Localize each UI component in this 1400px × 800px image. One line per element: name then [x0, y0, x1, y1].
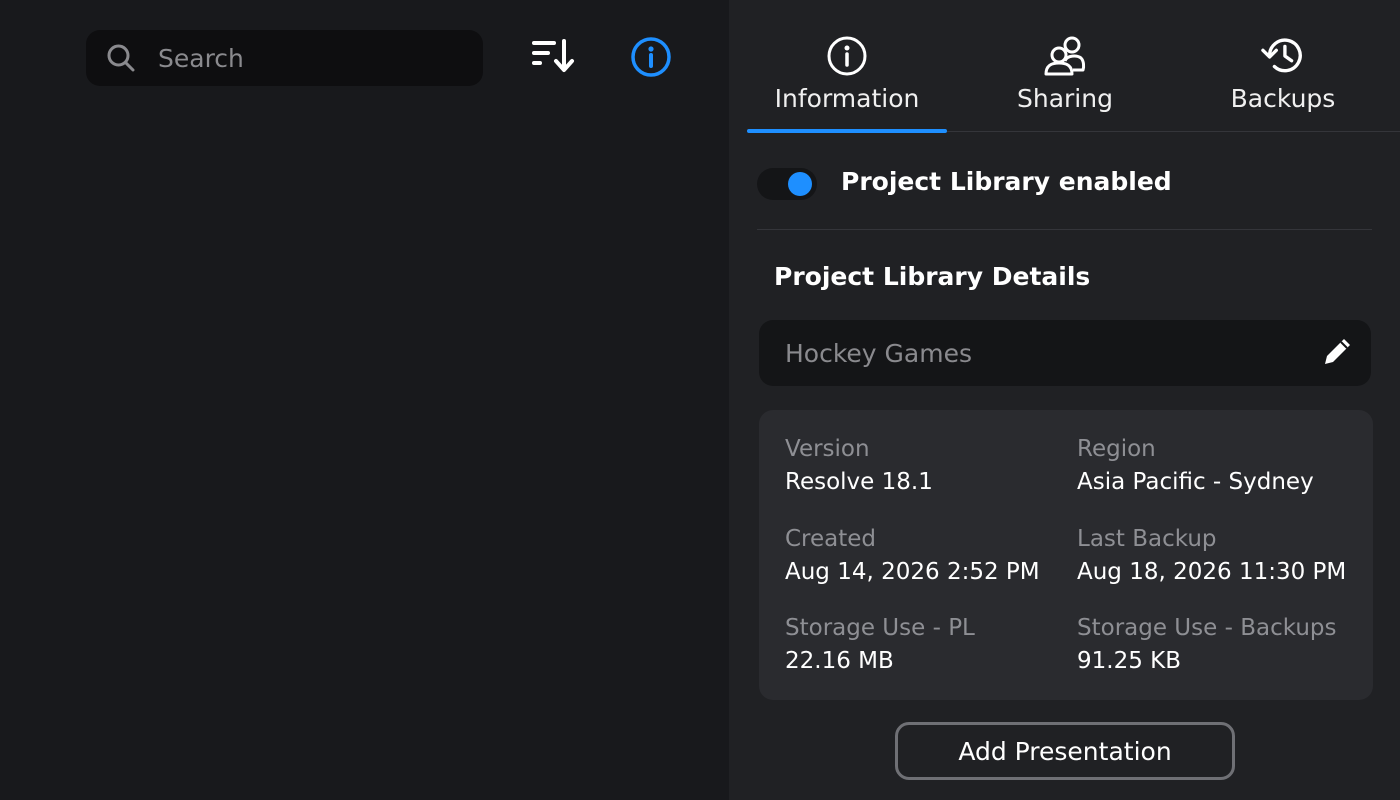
- detail-value: 22.16 MB: [785, 648, 894, 674]
- detail-last-backup: Last Backup Aug 18, 2026 11:30 PM: [1077, 524, 1367, 587]
- library-list-pane: [0, 0, 729, 800]
- sort-descending-icon: [528, 38, 576, 78]
- tab-information[interactable]: Information: [747, 0, 947, 133]
- tab-backups[interactable]: Backups: [1193, 0, 1373, 132]
- users-icon: [1043, 34, 1087, 78]
- toggle-knob: [788, 172, 812, 196]
- project-library-toggle-row: Project Library enabled: [757, 160, 1372, 230]
- detail-value: Aug 18, 2026 11:30 PM: [1077, 559, 1347, 585]
- info-toggle-button[interactable]: [628, 36, 674, 82]
- detail-label: Created: [785, 526, 877, 552]
- detail-region: Region Asia Pacific - Sydney: [1077, 434, 1367, 497]
- tab-bar: Information Sharing Backups: [747, 0, 1400, 133]
- app-window: Information Sharing: [0, 0, 1400, 800]
- sort-button[interactable]: [526, 36, 578, 80]
- info-panel: Information Sharing Backups Project Libr…: [729, 0, 1400, 800]
- detail-label: Storage Use - PL: [785, 615, 975, 641]
- project-library-toggle-label: Project Library enabled: [841, 167, 1172, 196]
- details-card: Version Resolve 18.1 Region Asia Pacific…: [759, 410, 1373, 700]
- detail-label: Version: [785, 436, 870, 462]
- detail-value: Asia Pacific - Sydney: [1077, 469, 1314, 495]
- info-icon: [825, 34, 869, 78]
- tab-sharing[interactable]: Sharing: [983, 0, 1147, 132]
- search-input[interactable]: [158, 30, 468, 86]
- add-presentation-button[interactable]: Add Presentation: [895, 722, 1235, 780]
- detail-value: Aug 14, 2026 2:52 PM: [785, 559, 1040, 585]
- project-library-toggle[interactable]: [757, 168, 817, 200]
- details-title: Project Library Details: [774, 262, 1091, 291]
- detail-storage-backups: Storage Use - Backups 91.25 KB: [1077, 613, 1367, 676]
- detail-label: Region: [1077, 436, 1156, 462]
- tab-sharing-label: Sharing: [1017, 84, 1113, 113]
- library-name-input[interactable]: [785, 320, 1305, 386]
- pencil-icon: [1321, 334, 1355, 372]
- tab-information-label: Information: [774, 84, 920, 113]
- detail-label: Last Backup: [1077, 526, 1217, 552]
- detail-version: Version Resolve 18.1: [785, 434, 1075, 497]
- search-box[interactable]: [86, 30, 483, 86]
- tab-backups-label: Backups: [1230, 84, 1336, 113]
- info-icon: [630, 36, 672, 82]
- edit-name-button[interactable]: [1319, 334, 1357, 372]
- library-name-field[interactable]: [759, 320, 1371, 386]
- detail-value: 91.25 KB: [1077, 648, 1182, 674]
- detail-created: Created Aug 14, 2026 2:52 PM: [785, 524, 1075, 587]
- detail-storage-pl: Storage Use - PL 22.16 MB: [785, 613, 1075, 676]
- detail-label: Storage Use - Backups: [1077, 615, 1337, 641]
- history-icon: [1261, 34, 1305, 78]
- search-icon: [106, 43, 136, 73]
- detail-value: Resolve 18.1: [785, 469, 933, 495]
